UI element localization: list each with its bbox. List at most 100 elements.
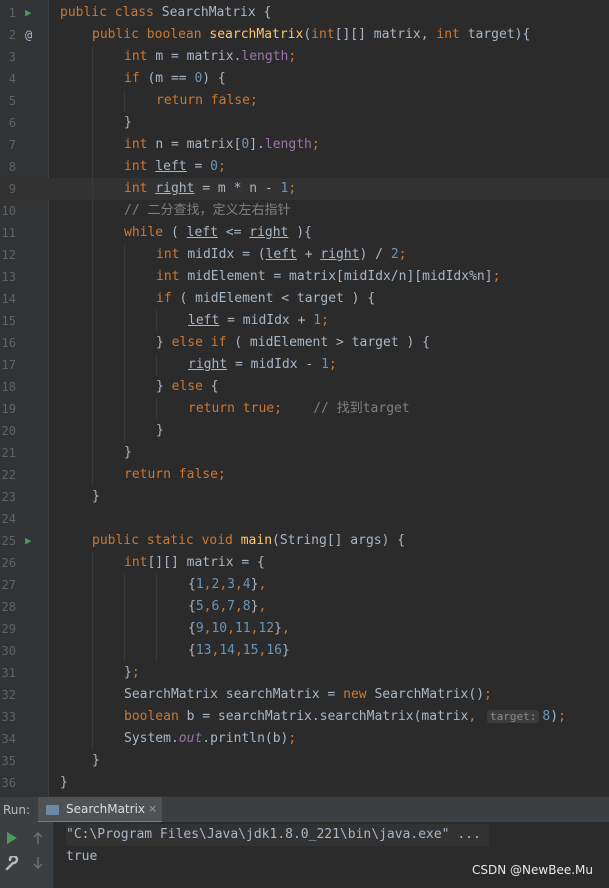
code-token: ) bbox=[550, 709, 559, 724]
code-line[interactable]: 12 int midIdx = (left + right) / 2; bbox=[0, 244, 609, 266]
code-token: , bbox=[468, 709, 485, 724]
arrow-up-icon[interactable] bbox=[32, 831, 44, 845]
run-toolbar-secondary bbox=[24, 822, 54, 888]
code-text: int midIdx = (left + right) / 2; bbox=[156, 244, 407, 266]
code-token: main bbox=[240, 533, 273, 548]
code-line[interactable]: 17 right = midIdx - 1; bbox=[0, 354, 609, 376]
code-text: } bbox=[156, 420, 164, 442]
code-line[interactable]: 30 {13,14,15,16} bbox=[0, 640, 609, 662]
indent-guide bbox=[156, 574, 157, 596]
code-line[interactable]: 3 int m = matrix.length; bbox=[0, 46, 609, 68]
indent-guide bbox=[124, 376, 125, 398]
code-line[interactable]: 16} else if ( midElement > target ) { bbox=[0, 332, 609, 354]
line-number: 6 bbox=[8, 116, 16, 130]
code-token: } bbox=[124, 445, 132, 460]
code-line[interactable]: 13 int midElement = matrix[midIdx/n][midI… bbox=[0, 266, 609, 288]
override-icon[interactable]: @ bbox=[25, 24, 32, 46]
indent-guide bbox=[124, 618, 125, 640]
code-line[interactable]: 35} bbox=[0, 750, 609, 772]
code-line[interactable]: 32 SearchMatrix searchMatrix = new Search… bbox=[0, 684, 609, 706]
code-line[interactable]: 29 {9,10,11,12}, bbox=[0, 618, 609, 640]
indent-guide bbox=[92, 46, 93, 68]
code-token: } bbox=[124, 115, 132, 130]
code-line[interactable]: 1 ▶ public class SearchMatrix { bbox=[0, 2, 609, 24]
line-number: 2 bbox=[8, 28, 16, 42]
code-editor[interactable]: 1 ▶ public class SearchMatrix {2 @ public bo… bbox=[0, 0, 609, 796]
arrow-down-icon[interactable] bbox=[32, 856, 44, 870]
code-token: 15 bbox=[242, 643, 259, 658]
rerun-icon[interactable] bbox=[6, 831, 18, 845]
line-number: 28 bbox=[1, 600, 16, 614]
run-gutter-icon[interactable]: ▶ bbox=[25, 530, 32, 552]
indent-guide bbox=[92, 728, 93, 750]
code-line[interactable]: 10 // 二分查找，定义左右指针 bbox=[0, 200, 609, 222]
code-line[interactable]: 5 return false; bbox=[0, 90, 609, 112]
code-line[interactable]: 25 ▶ public static void main(String[] args… bbox=[0, 530, 609, 552]
indent-guide bbox=[92, 552, 93, 574]
code-line[interactable]: 31}; bbox=[0, 662, 609, 684]
code-token: while bbox=[124, 225, 171, 240]
console-result: true bbox=[66, 849, 98, 864]
indent-guide bbox=[92, 288, 93, 310]
code-line[interactable]: 2 @ public boolean searchMatrix(int[][] ma… bbox=[0, 24, 609, 46]
code-token: return false; bbox=[156, 93, 258, 108]
tab-searchmatrix[interactable]: SearchMatrix × bbox=[38, 797, 162, 823]
code-token: ]. bbox=[249, 137, 265, 152]
indent-guide bbox=[92, 464, 93, 486]
code-line[interactable]: 20} bbox=[0, 420, 609, 442]
code-text: public static void main(String[] args) { bbox=[92, 530, 405, 552]
code-text: {1,2,3,4}, bbox=[188, 574, 266, 596]
wrench-icon[interactable] bbox=[4, 856, 19, 871]
code-line[interactable]: 23} bbox=[0, 486, 609, 508]
code-line[interactable]: 14 if ( midElement < target ) { bbox=[0, 288, 609, 310]
code-token: { bbox=[188, 643, 196, 658]
code-token: + bbox=[296, 247, 321, 262]
code-text: }; bbox=[124, 662, 140, 684]
code-line[interactable]: 28 {5,6,7,8}, bbox=[0, 596, 609, 618]
code-line[interactable]: 34 System.out.println(b); bbox=[0, 728, 609, 750]
code-line[interactable]: 4 if (m == 0) { bbox=[0, 68, 609, 90]
code-text: {5,6,7,8}, bbox=[188, 596, 266, 618]
line-number: 30 bbox=[1, 644, 16, 658]
code-line[interactable]: 24 bbox=[0, 508, 609, 530]
code-line[interactable]: 9 int right = m * n - 1; bbox=[0, 178, 609, 200]
code-line[interactable]: 36} bbox=[0, 772, 609, 794]
indent-guide bbox=[124, 640, 125, 662]
code-line[interactable]: 18} else { bbox=[0, 376, 609, 398]
indent-guide bbox=[156, 596, 157, 618]
code-token: ){ bbox=[288, 225, 312, 240]
code-text: {9,10,11,12}, bbox=[188, 618, 290, 640]
code-line[interactable]: 11 while ( left <= right ){ bbox=[0, 222, 609, 244]
code-token: 1 bbox=[313, 313, 322, 328]
code-line[interactable]: 8 int left = 0; bbox=[0, 156, 609, 178]
code-line[interactable]: 21} bbox=[0, 442, 609, 464]
code-token: left bbox=[265, 247, 297, 262]
run-gutter-icon[interactable]: ▶ bbox=[25, 2, 32, 24]
indent-guide bbox=[124, 332, 125, 354]
code-line[interactable]: 7 int n = matrix[0].length; bbox=[0, 134, 609, 156]
code-token: int bbox=[436, 27, 468, 42]
code-token: (m == bbox=[147, 71, 195, 86]
indent-guide bbox=[124, 574, 125, 596]
code-line[interactable]: 22 return false; bbox=[0, 464, 609, 486]
indent-guide bbox=[92, 156, 93, 178]
code-text: while ( left <= right ){ bbox=[124, 222, 312, 244]
code-token: ( midElement < target ) { bbox=[179, 291, 376, 306]
code-token: searchMatrix bbox=[209, 27, 304, 42]
code-line[interactable]: 6} bbox=[0, 112, 609, 134]
indent-guide bbox=[92, 354, 93, 376]
code-token: [][] matrix = { bbox=[147, 555, 265, 570]
code-token: public class bbox=[60, 5, 162, 20]
code-token: ; bbox=[321, 313, 329, 328]
code-line[interactable]: 15 left = midIdx + 1; bbox=[0, 310, 609, 332]
code-line[interactable]: 26 int[][] matrix = { bbox=[0, 552, 609, 574]
tab-label: SearchMatrix bbox=[66, 802, 146, 816]
close-icon[interactable]: × bbox=[148, 797, 157, 821]
code-text: int[][] matrix = { bbox=[124, 552, 265, 574]
code-line[interactable]: 33 boolean b = searchMatrix.searchMatrix(… bbox=[0, 706, 609, 728]
console-output[interactable]: "C:\Program Files\Java\jdk1.8.0_221\bin\… bbox=[54, 822, 609, 888]
code-line[interactable]: 19 return true; // 找到target bbox=[0, 398, 609, 420]
code-line[interactable]: 27 {1,2,3,4}, bbox=[0, 574, 609, 596]
code-token: } bbox=[156, 379, 172, 394]
